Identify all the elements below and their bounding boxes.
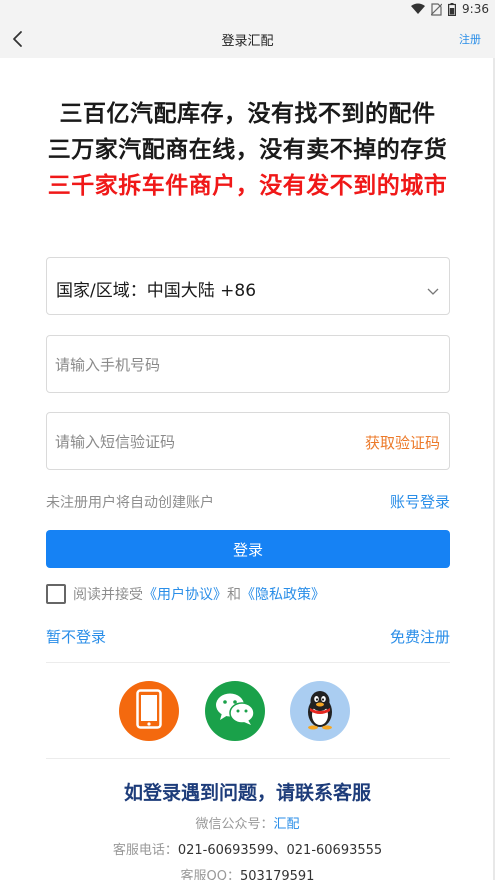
agreement-checkbox[interactable] <box>46 584 66 604</box>
page-title: 登录汇配 <box>221 34 274 49</box>
free-register-link[interactable]: 免费注册 <box>390 626 450 647</box>
mobile-phone-icon <box>136 689 162 733</box>
sms-code-input[interactable] <box>55 427 345 457</box>
qq-login-button[interactable] <box>290 681 350 741</box>
qq-penguin-icon <box>302 688 338 734</box>
service-phone-value: 021-60693599、021-60693555 <box>177 843 383 858</box>
wifi-icon <box>411 3 426 15</box>
phone-field <box>46 335 450 393</box>
skip-login-link[interactable]: 暂不登录 <box>46 626 106 647</box>
wechat-account-label: 微信公众号： <box>195 817 274 832</box>
user-agreement-link[interactable]: 《用户协议》 <box>143 584 227 604</box>
slogan-line-2: 三万家汽配商在线，没有卖不掉的存货 <box>47 137 448 163</box>
agreement-row: 阅读并接受 《用户协议》 和 《隐私政策》 <box>46 584 325 604</box>
divider <box>46 662 450 663</box>
get-code-button[interactable]: 获取验证码 <box>365 432 440 453</box>
wechat-icon <box>215 692 255 730</box>
account-login-link[interactable]: 账号登录 <box>390 491 450 512</box>
nav-register-link[interactable]: 注册 <box>459 31 481 47</box>
agreement-and: 和 <box>227 587 241 603</box>
phone-login-button[interactable] <box>119 681 179 741</box>
service-phone-info: 客服电话：021-60693599、021-60693555 <box>0 839 495 858</box>
slogan-line-1: 三百亿汽配库存，没有找不到的配件 <box>59 101 436 127</box>
region-value: 国家/区域：中国大陆 +86 <box>56 281 257 301</box>
status-time: 9:36 <box>462 2 489 16</box>
login-button[interactable]: 登录 <box>46 530 450 568</box>
auto-create-hint: 未注册用户将自动创建账户 <box>46 495 214 511</box>
sim-off-icon <box>431 2 443 16</box>
status-icons: 9:36 <box>411 2 489 16</box>
wechat-login-button[interactable] <box>205 681 265 741</box>
phone-input[interactable] <box>55 350 345 380</box>
wechat-account-info: 微信公众号：汇配 <box>0 813 495 832</box>
privacy-policy-link[interactable]: 《隐私政策》 <box>241 584 325 604</box>
service-qq-label: 客服QQ： <box>180 869 240 880</box>
nav-bar: 登录汇配 注册 <box>0 20 495 58</box>
wechat-account-link[interactable]: 汇配 <box>274 817 300 832</box>
service-phone-label: 客服电话： <box>112 843 178 858</box>
sms-code-field: 获取验证码 <box>46 412 450 470</box>
status-bar: 9:36 <box>0 0 495 20</box>
divider <box>46 758 450 759</box>
help-title: 如登录遇到问题，请联系客服 <box>123 782 371 804</box>
battery-icon <box>448 2 457 16</box>
service-qq-info: 客服QQ：503179591 <box>0 865 495 880</box>
slogan-line-3: 三千家拆车件商户，没有发不到的城市 <box>47 173 448 199</box>
service-qq-value: 503179591 <box>240 869 315 880</box>
region-select[interactable]: 国家/区域：中国大陆 +86 <box>46 257 450 315</box>
agreement-prefix: 阅读并接受 <box>73 587 143 603</box>
chevron-down-icon <box>427 281 439 300</box>
